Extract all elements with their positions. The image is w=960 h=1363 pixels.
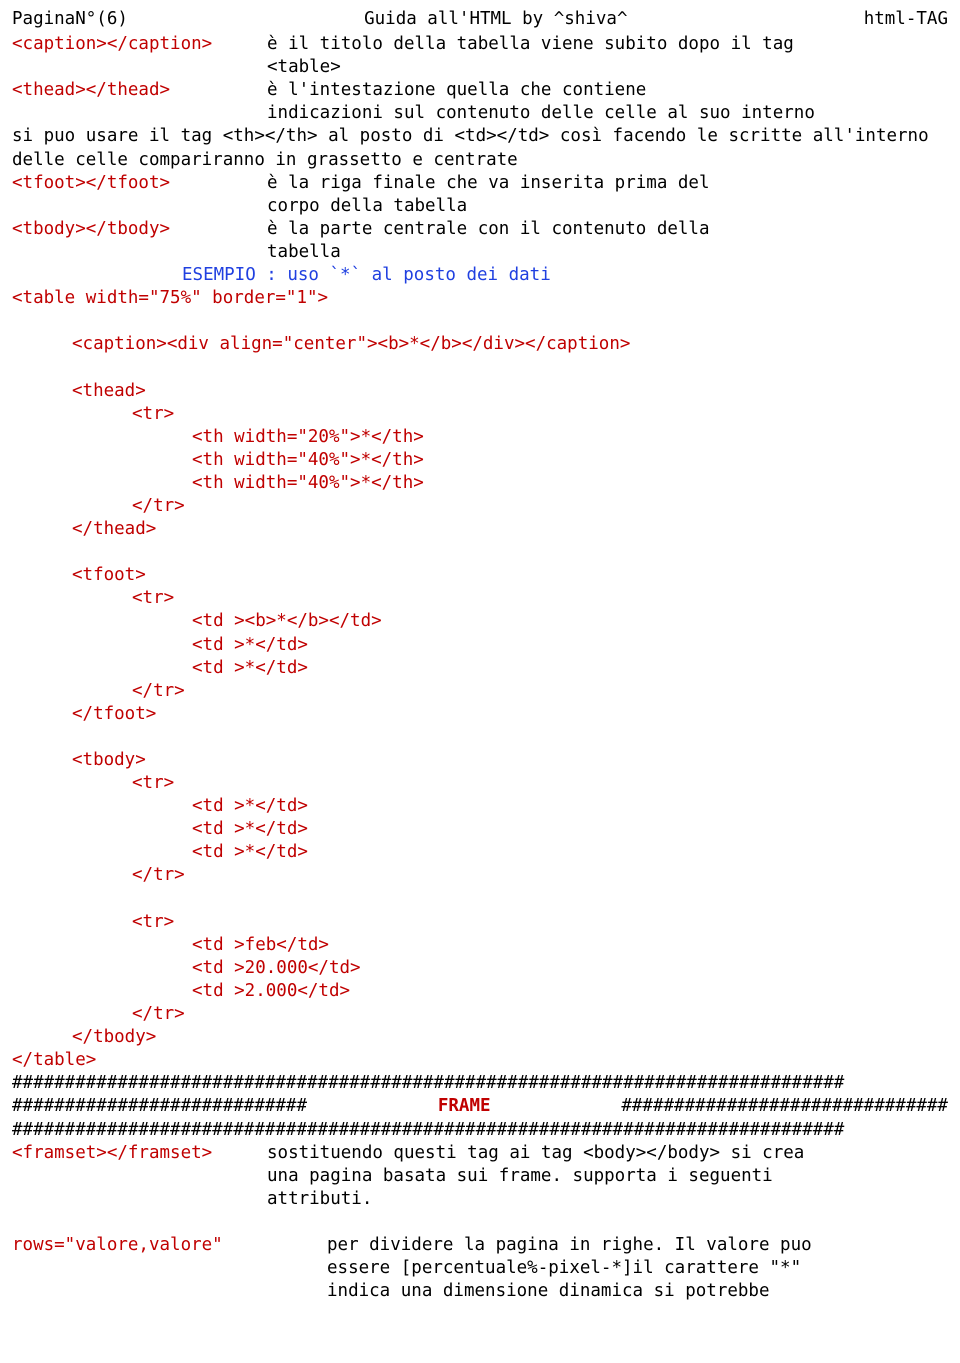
code-tr-close-4: </tr> bbox=[12, 1003, 948, 1026]
code-table-open: <table width="75%" border="1"> bbox=[12, 287, 948, 310]
code-tr-close-2: </tr> bbox=[12, 680, 948, 703]
hash-right: ############################### bbox=[621, 1095, 948, 1118]
code-th20: <th width="20%">*</th> bbox=[12, 426, 948, 449]
desc-caption-2: <table> bbox=[12, 56, 948, 79]
code-th40b: <th width="40%">*</th> bbox=[12, 472, 948, 495]
code-td20k: <td >20.000</td> bbox=[12, 957, 948, 980]
desc-thead-2: indicazioni sul contenuto delle celle al… bbox=[12, 102, 948, 125]
desc-thead-1: è l'intestazione quella che contiene bbox=[267, 79, 948, 102]
def-thead: <thead></thead> è l'intestazione quella … bbox=[12, 79, 948, 102]
def-caption: <caption></caption> è il titolo della ta… bbox=[12, 33, 948, 56]
code-tr-1: <tr> bbox=[12, 403, 948, 426]
tag-thead: <thead></thead> bbox=[12, 79, 267, 102]
desc-rows-1: per dividere la pagina in righe. Il valo… bbox=[267, 1234, 948, 1257]
code-tdstar-4: <td >*</td> bbox=[12, 818, 948, 841]
code-tfoot-open: <tfoot> bbox=[12, 564, 948, 587]
def-rows: rows="valore,valore" per dividere la pag… bbox=[12, 1234, 948, 1257]
th-usage-line: si puo usare il tag <th></th> al posto d… bbox=[12, 125, 948, 171]
code-caption: <caption><div align="center"><b>*</b></d… bbox=[12, 333, 948, 356]
tag-caption: <caption></caption> bbox=[12, 33, 267, 56]
code-tfoot-close: </tfoot> bbox=[12, 703, 948, 726]
hash-left: ############################ bbox=[12, 1095, 307, 1118]
code-tr-4: <tr> bbox=[12, 911, 948, 934]
desc-tfoot-1: è la riga finale che va inserita prima d… bbox=[267, 172, 948, 195]
tag-frameset: <framset></framset> bbox=[12, 1142, 267, 1165]
desc-frameset-2: una pagina basata sui frame. supporta i … bbox=[12, 1165, 948, 1188]
hash-frame-row: ############################ FRAME #####… bbox=[12, 1095, 948, 1118]
code-table-close: </table> bbox=[12, 1049, 948, 1072]
code-tdstar-1: <td >*</td> bbox=[12, 634, 948, 657]
header-center: Guida all'HTML by ^shiva^ bbox=[364, 8, 627, 31]
hash-row-1: ########################################… bbox=[12, 1072, 948, 1095]
code-tr-close-1: </tr> bbox=[12, 495, 948, 518]
code-tr-2: <tr> bbox=[12, 587, 948, 610]
hash-row-2: ########################################… bbox=[12, 1119, 948, 1142]
code-tr-3: <tr> bbox=[12, 772, 948, 795]
header-right: html-TAG bbox=[864, 8, 948, 31]
tag-rows: rows="valore,valore" bbox=[12, 1234, 267, 1257]
code-tdfeb: <td >feb</td> bbox=[12, 934, 948, 957]
code-tbody-open: <tbody> bbox=[12, 749, 948, 772]
esempio-line: ESEMPIO : uso `*` al posto dei dati bbox=[12, 264, 948, 287]
frame-title: FRAME bbox=[438, 1095, 491, 1118]
def-tfoot: <tfoot></tfoot> è la riga finale che va … bbox=[12, 172, 948, 195]
desc-frameset-1: sostituendo questi tag ai tag <body></bo… bbox=[267, 1142, 948, 1165]
desc-frameset-3: attributi. bbox=[12, 1188, 948, 1211]
header-left: PaginaN°(6) bbox=[12, 8, 128, 31]
desc-caption-1: è il titolo della tabella viene subito d… bbox=[267, 33, 948, 56]
page-header: PaginaN°(6) Guida all'HTML by ^shiva^ ht… bbox=[12, 8, 948, 31]
code-tdb: <td ><b>*</b></td> bbox=[12, 610, 948, 633]
desc-tbody-2: tabella bbox=[12, 241, 948, 264]
desc-tfoot-2: corpo della tabella bbox=[12, 195, 948, 218]
def-frameset: <framset></framset> sostituendo questi t… bbox=[12, 1142, 948, 1165]
desc-tbody-1: è la parte centrale con il contenuto del… bbox=[267, 218, 948, 241]
code-th40a: <th width="40%">*</th> bbox=[12, 449, 948, 472]
code-tdstar-2: <td >*</td> bbox=[12, 657, 948, 680]
desc-rows-3: indica una dimensione dinamica si potreb… bbox=[12, 1280, 948, 1303]
tag-tfoot: <tfoot></tfoot> bbox=[12, 172, 267, 195]
code-tdstar-3: <td >*</td> bbox=[12, 795, 948, 818]
code-thead-close: </thead> bbox=[12, 518, 948, 541]
code-tr-close-3: </tr> bbox=[12, 864, 948, 887]
desc-rows-2: essere [percentuale%-pixel-*]il caratter… bbox=[12, 1257, 948, 1280]
code-td2k: <td >2.000</td> bbox=[12, 980, 948, 1003]
def-tbody: <tbody></tbody> è la parte centrale con … bbox=[12, 218, 948, 241]
code-thead-open: <thead> bbox=[12, 380, 948, 403]
tag-tbody: <tbody></tbody> bbox=[12, 218, 267, 241]
code-tdstar-5: <td >*</td> bbox=[12, 841, 948, 864]
code-tbody-close: </tbody> bbox=[12, 1026, 948, 1049]
